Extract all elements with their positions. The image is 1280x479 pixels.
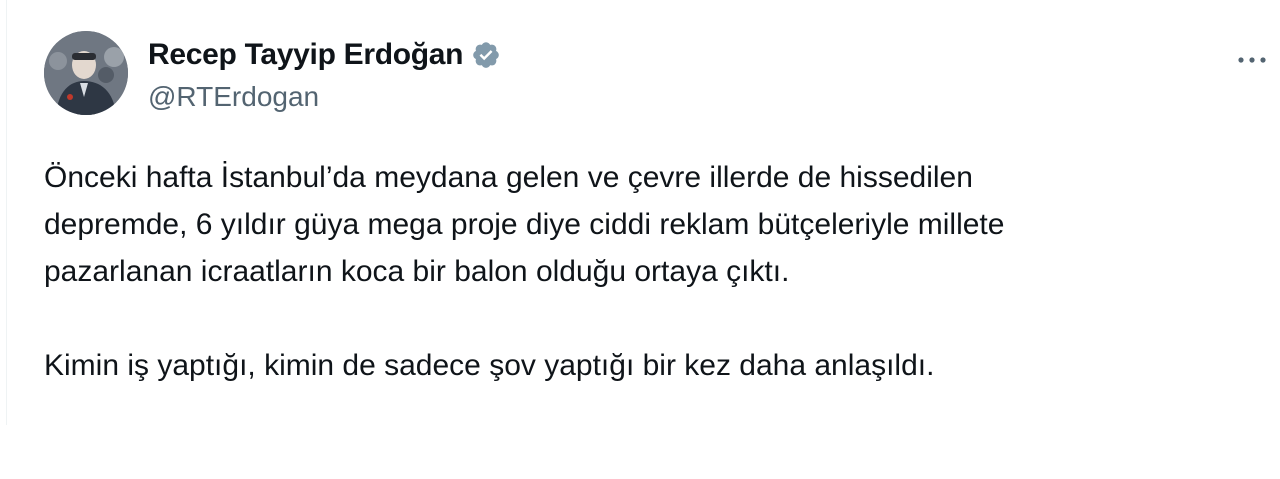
user-handle[interactable]: @RTErdogan (148, 81, 501, 113)
verified-badge-icon[interactable] (471, 40, 501, 70)
more-dots-icon (1237, 55, 1267, 65)
more-options-button[interactable] (1234, 42, 1270, 78)
tweet-paragraph: Kimin iş yaptığı, kimin de sadece şov ya… (44, 349, 935, 382)
tweet-text: Önceki hafta İstanbul’da meydana gelen v… (44, 154, 1254, 389)
divider (6, 0, 7, 425)
author-info: Recep Tayyip Erdoğan @RTErdogan (148, 35, 501, 113)
display-name[interactable]: Recep Tayyip Erdoğan (148, 38, 464, 72)
avatar[interactable] (44, 31, 128, 115)
tweet-paragraph: Önceki hafta İstanbul’da meydana gelen v… (44, 161, 1005, 288)
tweet-card: Recep Tayyip Erdoğan @RTErdogan Önceki h… (0, 0, 1280, 479)
avatar-photo (44, 31, 128, 115)
name-row: Recep Tayyip Erdoğan (148, 35, 501, 75)
